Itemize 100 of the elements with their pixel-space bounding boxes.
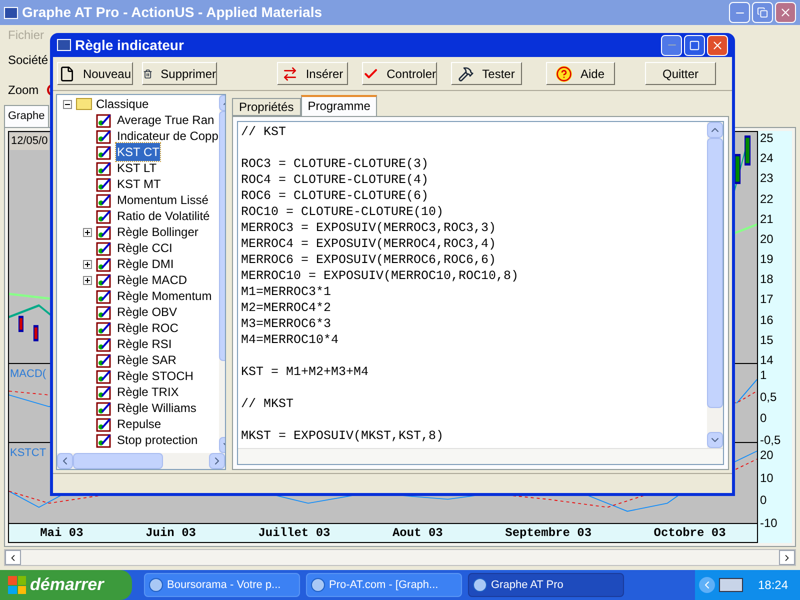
axis-label: -0,5	[760, 434, 782, 447]
scroll-arrow-button[interactable]	[707, 122, 723, 138]
maximize-icon	[689, 40, 700, 50]
tree-item[interactable]: Stop protection	[116, 431, 199, 449]
expand-icon[interactable]	[83, 276, 92, 284]
tree-item[interactable]: KST MT	[116, 175, 162, 193]
toolbar-button[interactable]: Quitter	[645, 62, 716, 85]
restore-button[interactable]	[752, 2, 773, 23]
collapse-icon[interactable]	[63, 100, 72, 108]
tree-item[interactable]: Règle Momentum	[116, 287, 213, 305]
code-editor[interactable]	[237, 121, 724, 465]
horizontal-scrollbar[interactable]	[57, 453, 225, 469]
scroll-arrow-button[interactable]	[707, 432, 723, 448]
toolbar-button[interactable]: Tester	[451, 62, 522, 85]
tree-item[interactable]: Règle Bollinger	[116, 223, 200, 241]
tree-item[interactable]: Ratio de Volatilité	[116, 207, 211, 225]
month-label: Juin 03	[146, 525, 196, 542]
tree-item[interactable]: Règle ROC	[116, 319, 180, 337]
scroll-arrow-button[interactable]	[57, 453, 73, 469]
toolbar-button[interactable]: Nouveau	[57, 62, 133, 85]
axis-label: 10	[760, 472, 774, 485]
window-icon	[473, 578, 487, 592]
close-icon	[711, 38, 724, 52]
month-label: Septembre 03	[505, 525, 592, 542]
tree-item[interactable]: Règle MACD	[116, 271, 188, 289]
axis-label: 20	[760, 449, 774, 462]
tree-item[interactable]: KST LT	[116, 159, 158, 177]
expand-icon[interactable]	[83, 260, 92, 268]
taskbar-button[interactable]: Graphe AT Pro	[468, 573, 624, 597]
axis-label: 15	[760, 334, 774, 347]
scroll-thumb[interactable]	[73, 453, 163, 469]
panel-label: MACD(	[10, 367, 46, 382]
toolbar-button[interactable]: Supprimer	[142, 62, 217, 85]
scroll-thumb[interactable]	[707, 138, 723, 408]
tree-item[interactable]: Règle DMI	[116, 255, 175, 273]
tab[interactable]: Propriétés	[232, 98, 301, 116]
toolbar-button[interactable]: Controler	[362, 62, 437, 85]
axis-label: 20	[760, 232, 774, 246]
expand-icon[interactable]	[83, 228, 92, 236]
axis-label: 16	[760, 314, 774, 327]
code-line: MERROC3 = EXPOSUIV(MERROC3,ROC3,3)	[241, 220, 496, 236]
start-button[interactable]: démarrer	[0, 570, 132, 600]
code-line: ROC3 = CLOTURE-CLOTURE(3)	[241, 156, 429, 172]
window-title: Graphe AT Pro - ActionUS - Applied Materials	[22, 3, 322, 22]
code-line: MERROC10 = EXPOSUIV(MERROC10,ROC10,8)	[241, 268, 519, 284]
tree-item[interactable]: KST CT	[116, 143, 160, 161]
axis-label: 18	[760, 273, 774, 286]
tree-item[interactable]: Momentum Lissé	[116, 191, 210, 209]
axis-label: 17	[760, 293, 774, 306]
tree-item[interactable]: Règle CCI	[116, 239, 174, 257]
panel-label: KSTCT	[10, 446, 46, 461]
hammer-icon	[458, 66, 474, 82]
axis-label: 1	[760, 369, 768, 382]
folder-icon	[76, 98, 92, 110]
toolbar-button[interactable]: Insérer	[277, 62, 348, 85]
window-icon	[311, 578, 325, 592]
tree-item[interactable]: Classique	[63, 96, 220, 112]
field-label: Zoom	[8, 82, 39, 99]
maximize-button[interactable]	[684, 34, 705, 56]
tree-item[interactable]: Règle OBV	[116, 303, 178, 321]
code-line: KST = M1+M2+M3+M4	[241, 364, 369, 380]
tree-item[interactable]: Règle Williams	[116, 399, 198, 417]
vertical-scrollbar[interactable]	[707, 122, 723, 448]
candle	[18, 316, 24, 332]
code-line: // MKST	[241, 396, 294, 412]
tree-item[interactable]: Repulse	[116, 415, 162, 433]
arrows-icon	[282, 66, 298, 82]
restore-icon	[757, 7, 768, 18]
windows-logo-icon	[8, 576, 26, 594]
taskbar-button[interactable]: Boursorama - Votre p...	[144, 573, 300, 597]
tree-item[interactable]: Règle STOCH	[116, 367, 194, 385]
axis-label: 24	[760, 152, 774, 166]
close-icon	[779, 6, 792, 19]
tree-item[interactable]: Indicateur de Copp	[116, 127, 220, 145]
horizontal-scrollbar[interactable]	[238, 448, 723, 464]
tab[interactable]: Graphe	[4, 105, 49, 127]
horizontal-scrollbar[interactable]	[4, 549, 796, 566]
candle	[744, 136, 751, 166]
tree-item[interactable]: Average True Ran	[116, 111, 216, 129]
axis-label: 25	[760, 132, 774, 145]
close-button[interactable]	[707, 34, 728, 56]
month-label: Aout 03	[392, 525, 443, 542]
taskbar-button[interactable]: Pro-AT.com - [Graph...	[306, 573, 462, 597]
tab[interactable]: Programme	[300, 95, 378, 116]
toolbar-button[interactable]: Aide	[546, 62, 615, 85]
clock: 18:24	[758, 577, 789, 594]
month-label: Octobre 03	[654, 525, 726, 542]
code-line: MERROC6 = EXPOSUIV(MERROC6,ROC6,6)	[241, 252, 496, 268]
close-button[interactable]	[775, 2, 796, 23]
axis-label: -10	[760, 516, 778, 530]
tree-item[interactable]: Règle RSI	[116, 335, 173, 353]
tree-item[interactable]: Règle SAR	[116, 351, 178, 369]
tree-item[interactable]: Règle TRIX	[116, 383, 180, 401]
axis-label: 21	[760, 212, 774, 226]
axis-label: 23	[760, 172, 774, 186]
minimize-button[interactable]	[661, 34, 682, 56]
axis-label: 22	[760, 192, 774, 206]
month-label: Mai 03	[40, 525, 84, 542]
scroll-arrow-button[interactable]	[209, 453, 225, 469]
network-icon[interactable]	[719, 578, 743, 592]
